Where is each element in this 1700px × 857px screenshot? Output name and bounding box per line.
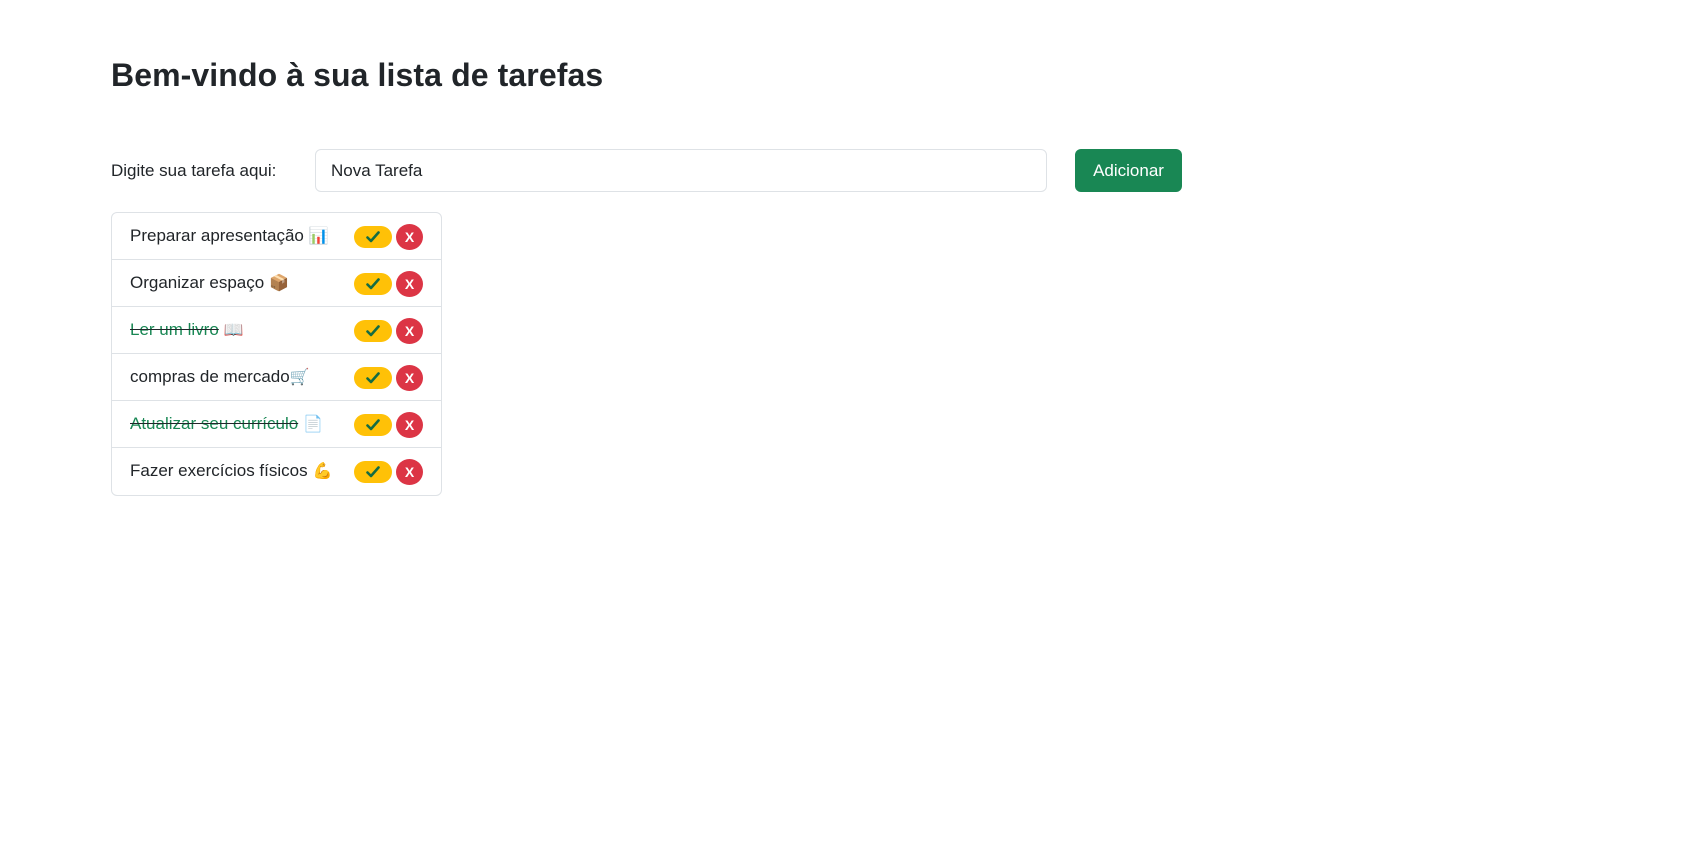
complete-task-button[interactable]	[354, 320, 392, 342]
task-item: Preparar apresentação 📊 X	[112, 213, 441, 260]
task-item: Atualizar seu currículo 📄 X	[112, 401, 441, 448]
task-text: Fazer exercícios físicos 💪	[130, 461, 333, 481]
check-icon	[366, 372, 380, 384]
task-item: Fazer exercícios físicos 💪 X	[112, 448, 441, 495]
shopping-cart-icon: 🛒	[289, 367, 310, 386]
add-task-button[interactable]: Adicionar	[1075, 149, 1182, 192]
task-item: Ler um livro 📖 X	[112, 307, 441, 354]
task-list: Preparar apresentação 📊 X Organizar espaç…	[111, 212, 442, 496]
check-icon	[366, 278, 380, 290]
task-text: Atualizar seu currículo 📄	[130, 414, 323, 434]
complete-task-button[interactable]	[354, 273, 392, 295]
complete-task-button[interactable]	[354, 367, 392, 389]
delete-task-button[interactable]: X	[396, 365, 423, 391]
task-text: Organizar espaço 📦	[130, 273, 289, 293]
bar-chart-icon: 📊	[308, 226, 329, 245]
task-label: Preparar apresentação	[130, 226, 304, 245]
delete-task-button[interactable]: X	[396, 271, 423, 297]
document-icon: 📄	[303, 414, 324, 433]
task-label: compras de mercado	[130, 367, 290, 386]
add-task-form: Digite sua tarefa aqui: Adicionar	[111, 149, 1191, 192]
task-item: compras de mercado🛒 X	[112, 354, 441, 401]
flexed-biceps-icon: 💪	[312, 461, 333, 480]
check-icon	[366, 325, 380, 337]
task-input-label: Digite sua tarefa aqui:	[111, 161, 277, 180]
check-icon	[366, 231, 380, 243]
task-text: Ler um livro 📖	[130, 320, 244, 340]
task-label: Ler um livro	[130, 320, 219, 339]
task-label: Atualizar seu currículo	[130, 414, 299, 433]
delete-task-button[interactable]: X	[396, 412, 423, 438]
complete-task-button[interactable]	[354, 461, 392, 483]
page-title: Bem-vindo à sua lista de tarefas	[111, 57, 604, 93]
task-label: Organizar espaço	[130, 273, 265, 292]
delete-task-button[interactable]: X	[396, 459, 423, 485]
task-text: compras de mercado🛒	[130, 367, 310, 387]
delete-task-button[interactable]: X	[396, 318, 423, 344]
complete-task-button[interactable]	[354, 414, 392, 436]
check-icon	[366, 466, 380, 478]
box-icon: 📦	[269, 273, 290, 292]
task-input[interactable]	[315, 149, 1047, 192]
check-icon	[366, 419, 380, 431]
task-text: Preparar apresentação 📊	[130, 226, 329, 246]
delete-task-button[interactable]: X	[396, 224, 423, 250]
book-icon: 📖	[223, 320, 244, 339]
task-label: Fazer exercícios físicos	[130, 461, 308, 480]
complete-task-button[interactable]	[354, 226, 392, 248]
task-item: Organizar espaço 📦 X	[112, 260, 441, 307]
